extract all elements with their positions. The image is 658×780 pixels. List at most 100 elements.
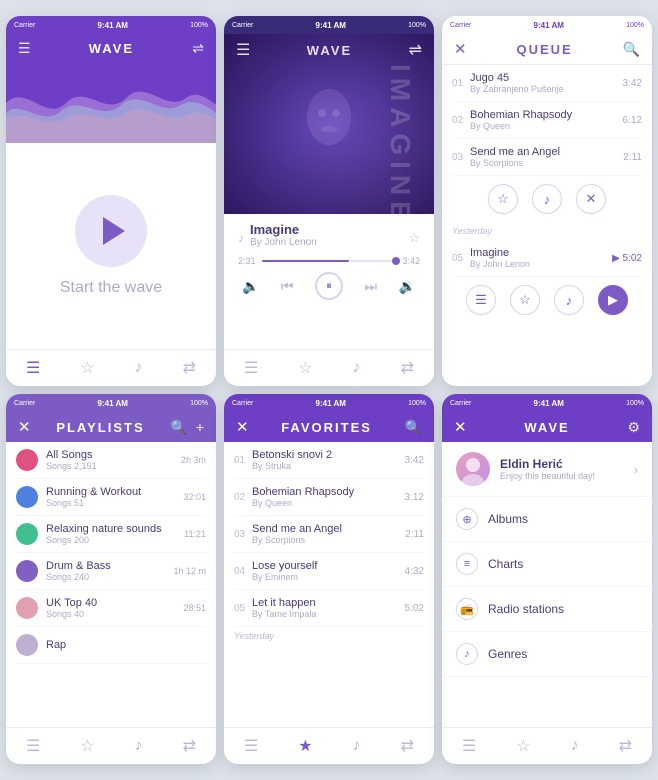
fav-song-1: Betonski snovi 2 (252, 449, 405, 461)
action-play-2[interactable]: ▶ (598, 285, 628, 315)
settings-icon-wavemenu[interactable]: ⚙ (627, 419, 640, 436)
playlist-dur-1: 2h 3m (181, 455, 206, 465)
menu-icon-np[interactable]: ☰ (236, 40, 250, 60)
playlist-meta-2: Songs 51 (46, 498, 183, 508)
progress-bar[interactable] (262, 260, 397, 262)
playlist-item-6[interactable]: Rap (16, 627, 206, 664)
fav-num-1: 01 (234, 455, 252, 466)
search-icon-queue[interactable]: 🔍 (623, 41, 640, 58)
nav-music-1[interactable]: ♪ (135, 359, 143, 377)
nav-menu-fav[interactable]: ☰ (244, 736, 258, 756)
fav-time-1: 3:42 (405, 455, 424, 466)
nav-star-np[interactable]: ☆ (298, 358, 312, 378)
shuffle-icon-np[interactable]: ⇌ (409, 40, 422, 60)
playlist-item-5[interactable]: UK Top 40 Songs 40 28:51 (16, 590, 206, 627)
fav-list: 01 Betonski snovi 2 By Struka 3:42 02 Bo… (224, 442, 434, 727)
time-1: 9:41 AM (98, 21, 128, 30)
nav-star-1[interactable]: ☆ (80, 358, 94, 378)
nav-shuffle-1[interactable]: ⇄ (183, 358, 196, 378)
search-icon-favorites[interactable]: 🔍 (405, 419, 422, 436)
nav-shuffle-np[interactable]: ⇄ (401, 358, 414, 378)
playlist-info-5: UK Top 40 Songs 40 (46, 597, 183, 619)
action-star-1[interactable]: ☆ (488, 184, 518, 214)
nav-menu-np[interactable]: ☰ (244, 358, 258, 378)
carrier-1: Carrier (14, 22, 35, 29)
menu-item-albums[interactable]: ⊕ Albums (442, 497, 652, 542)
nav-menu-1[interactable]: ☰ (26, 358, 40, 378)
wave-title-1: WAVE (89, 41, 134, 56)
nav-music-wm[interactable]: ♪ (571, 737, 579, 755)
action-menu-2[interactable]: ☰ (466, 285, 496, 315)
volume-down-icon[interactable]: 🔈 (242, 278, 259, 295)
playlist-item-4[interactable]: Drum & Bass Songs 240 1h 12 m (16, 553, 206, 590)
song-artist: By John Lenon (250, 237, 408, 248)
avatar (456, 452, 490, 486)
add-icon-playlists[interactable]: + (196, 419, 204, 435)
queue-time-5: ▶ 5:02 (612, 253, 642, 264)
fav-artist-4: By Eminem (252, 572, 405, 582)
action-close-1[interactable]: ✕ (576, 184, 606, 214)
menu-item-charts[interactable]: ≡ Charts (442, 542, 652, 587)
nav-music-np[interactable]: ♪ (353, 359, 361, 377)
nav-shuffle-fav[interactable]: ⇄ (401, 736, 414, 756)
time-elapsed: 2:31 (238, 256, 256, 266)
queue-info-5: Imagine By John Lenon (470, 247, 612, 269)
status-bar-2: Carrier 9:41 AM 100% (224, 16, 434, 34)
playlist-item-2[interactable]: Running & Workout Songs 51 32:01 (16, 479, 206, 516)
nav-menu-wm[interactable]: ☰ (462, 736, 476, 756)
play-button-1[interactable] (75, 195, 147, 267)
menu-item-genres[interactable]: ♪ Genres (442, 632, 652, 677)
battery-6: 100% (626, 400, 644, 407)
status-bar-1: Carrier 9:41 AM 100% (6, 16, 216, 34)
header-playlists: ✕ PLAYLISTS 🔍 + (6, 412, 216, 442)
close-icon-favorites[interactable]: ✕ (236, 418, 249, 436)
nowplaying-bg: ☰ WAVE ⇌ IMAGINE (224, 34, 434, 214)
playlist-name-1: All Songs (46, 449, 181, 461)
nav-star-fav[interactable]: ★ (298, 736, 312, 756)
action-star-2[interactable]: ☆ (510, 285, 540, 315)
queue-time-1: 3:42 (623, 78, 642, 89)
playlist-dot-1 (16, 449, 38, 471)
playlist-meta-3: Songs 200 (46, 535, 184, 545)
playlist-item-3[interactable]: Relaxing nature sounds Songs 200 11:21 (16, 516, 206, 553)
fav-item-4: 04 Lose yourself By Eminem 4:32 (234, 553, 424, 590)
pause-btn[interactable]: ⏸ (315, 272, 343, 300)
playlist-name-2: Running & Workout (46, 486, 183, 498)
search-icon-playlists[interactable]: 🔍 (170, 419, 187, 436)
albums-icon: ⊕ (456, 508, 478, 530)
menu-item-radio[interactable]: 📻 Radio stations (442, 587, 652, 632)
queue-song-5: Imagine (470, 247, 612, 259)
queue-num-5: 05 (452, 253, 470, 264)
fav-divider: Yesterday (234, 627, 424, 645)
queue-num-1: 01 (452, 78, 470, 89)
shuffle-icon-1[interactable]: ⇌ (192, 40, 204, 57)
nav-music-fav[interactable]: ♪ (353, 737, 361, 755)
radio-icon: 📻 (456, 598, 478, 620)
queue-num-2: 02 (452, 115, 470, 126)
playlist-dot-2 (16, 486, 38, 508)
wave-menu-title: WAVE (524, 420, 569, 435)
profile-row[interactable]: Eldin Herić Enjoy this beautiful day! › (442, 442, 652, 497)
start-text-1: Start the wave (60, 279, 162, 297)
close-icon-playlists[interactable]: ✕ (18, 418, 31, 436)
menu-icon-1[interactable]: ☰ (18, 40, 31, 57)
nav-star-wm[interactable]: ☆ (516, 736, 530, 756)
nav-menu-pl[interactable]: ☰ (26, 736, 40, 756)
wave-visual-1 (6, 63, 216, 143)
action-music-1[interactable]: ♪ (532, 184, 562, 214)
volume-up-icon[interactable]: 🔉 (399, 278, 416, 295)
nav-star-pl[interactable]: ☆ (80, 736, 94, 756)
nav-shuffle-wm[interactable]: ⇄ (619, 736, 632, 756)
playlist-item-1[interactable]: All Songs Songs 2,151 2h 3m (16, 442, 206, 479)
close-icon-wavemenu[interactable]: ✕ (454, 418, 467, 436)
action-music-2[interactable]: ♪ (554, 285, 584, 315)
nav-music-pl[interactable]: ♪ (135, 737, 143, 755)
fav-artist-3: By Scorpions (252, 535, 405, 545)
prev-btn[interactable]: ⏮ (281, 278, 294, 295)
fav-star-np[interactable]: ☆ (408, 230, 420, 246)
nowplaying-info: ♪ Imagine By John Lenon ☆ 2:31 3:42 🔈 ⏮ … (224, 214, 434, 349)
nav-shuffle-pl[interactable]: ⇄ (183, 736, 196, 756)
close-icon-queue[interactable]: ✕ (454, 40, 467, 58)
next-btn[interactable]: ⏭ (364, 278, 377, 295)
header-wavemenu: ✕ WAVE ⚙ (442, 412, 652, 442)
